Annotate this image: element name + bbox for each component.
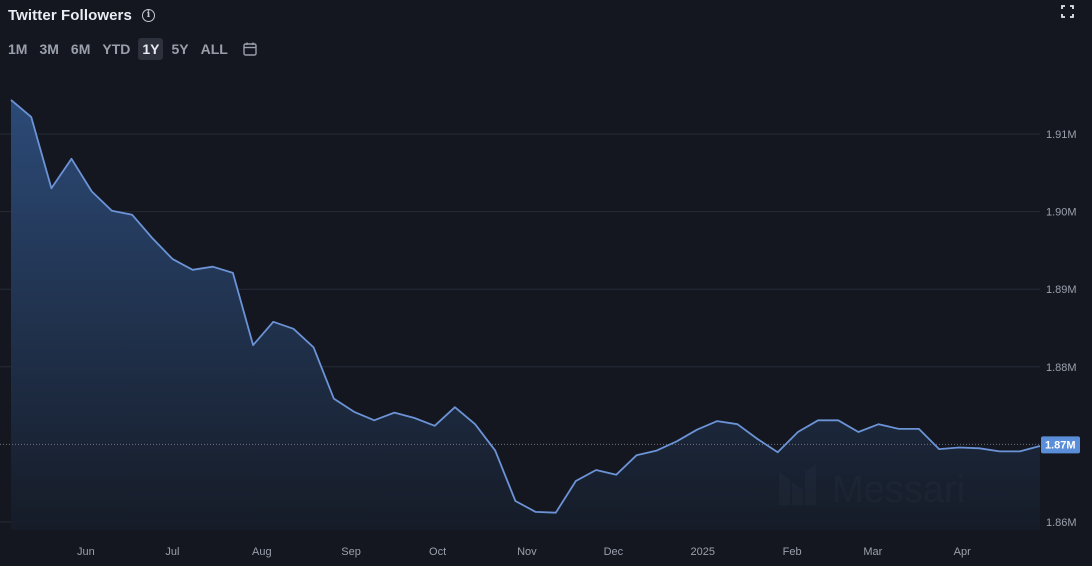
series-area: [11, 99, 1040, 531]
range-button-ytd[interactable]: YTD: [98, 38, 134, 60]
y-tick-label: 1.89M: [1046, 284, 1077, 296]
x-tick-label: Dec: [604, 546, 624, 558]
expand-icon[interactable]: [1061, 5, 1074, 18]
x-tick-label: Jun: [77, 546, 95, 558]
chart-title: Twitter Followers: [8, 6, 132, 24]
x-tick-label: 2025: [691, 546, 715, 558]
x-tick-label: Mar: [863, 546, 882, 558]
last-value-badge: 1.87M: [1041, 436, 1080, 454]
range-button-1m[interactable]: 1M: [4, 38, 31, 60]
info-icon[interactable]: i: [141, 8, 155, 22]
range-button-3m[interactable]: 3M: [35, 38, 62, 60]
y-tick-label: 1.88M: [1046, 362, 1077, 374]
range-button-6m[interactable]: 6M: [67, 38, 94, 60]
chart-area: 1.86M1.87M1.88M1.89M1.90M1.91MMessari1.8…: [0, 99, 1080, 558]
y-tick-label: 1.90M: [1046, 207, 1077, 219]
x-tick-label: Sep: [341, 546, 361, 558]
calendar-icon[interactable]: [242, 41, 258, 57]
range-button-1y[interactable]: 1Y: [138, 38, 164, 60]
x-tick-label: Jul: [165, 546, 179, 558]
x-tick-label: Oct: [429, 546, 446, 558]
y-tick-label: 1.86M: [1046, 517, 1077, 529]
chart-header: Twitter Followers i: [8, 4, 155, 26]
x-tick-label: Aug: [252, 546, 272, 558]
x-tick-label: Apr: [954, 546, 971, 558]
y-tick-label: 1.91M: [1046, 129, 1077, 141]
range-selector: 1M 3M 6M YTD 1Y 5Y ALL: [4, 37, 258, 61]
x-tick-label: Nov: [517, 546, 537, 558]
range-button-5y[interactable]: 5Y: [167, 38, 192, 60]
range-button-all[interactable]: ALL: [197, 38, 232, 60]
x-tick-label: Feb: [783, 546, 802, 558]
last-value-label: 1.87M: [1045, 439, 1076, 451]
